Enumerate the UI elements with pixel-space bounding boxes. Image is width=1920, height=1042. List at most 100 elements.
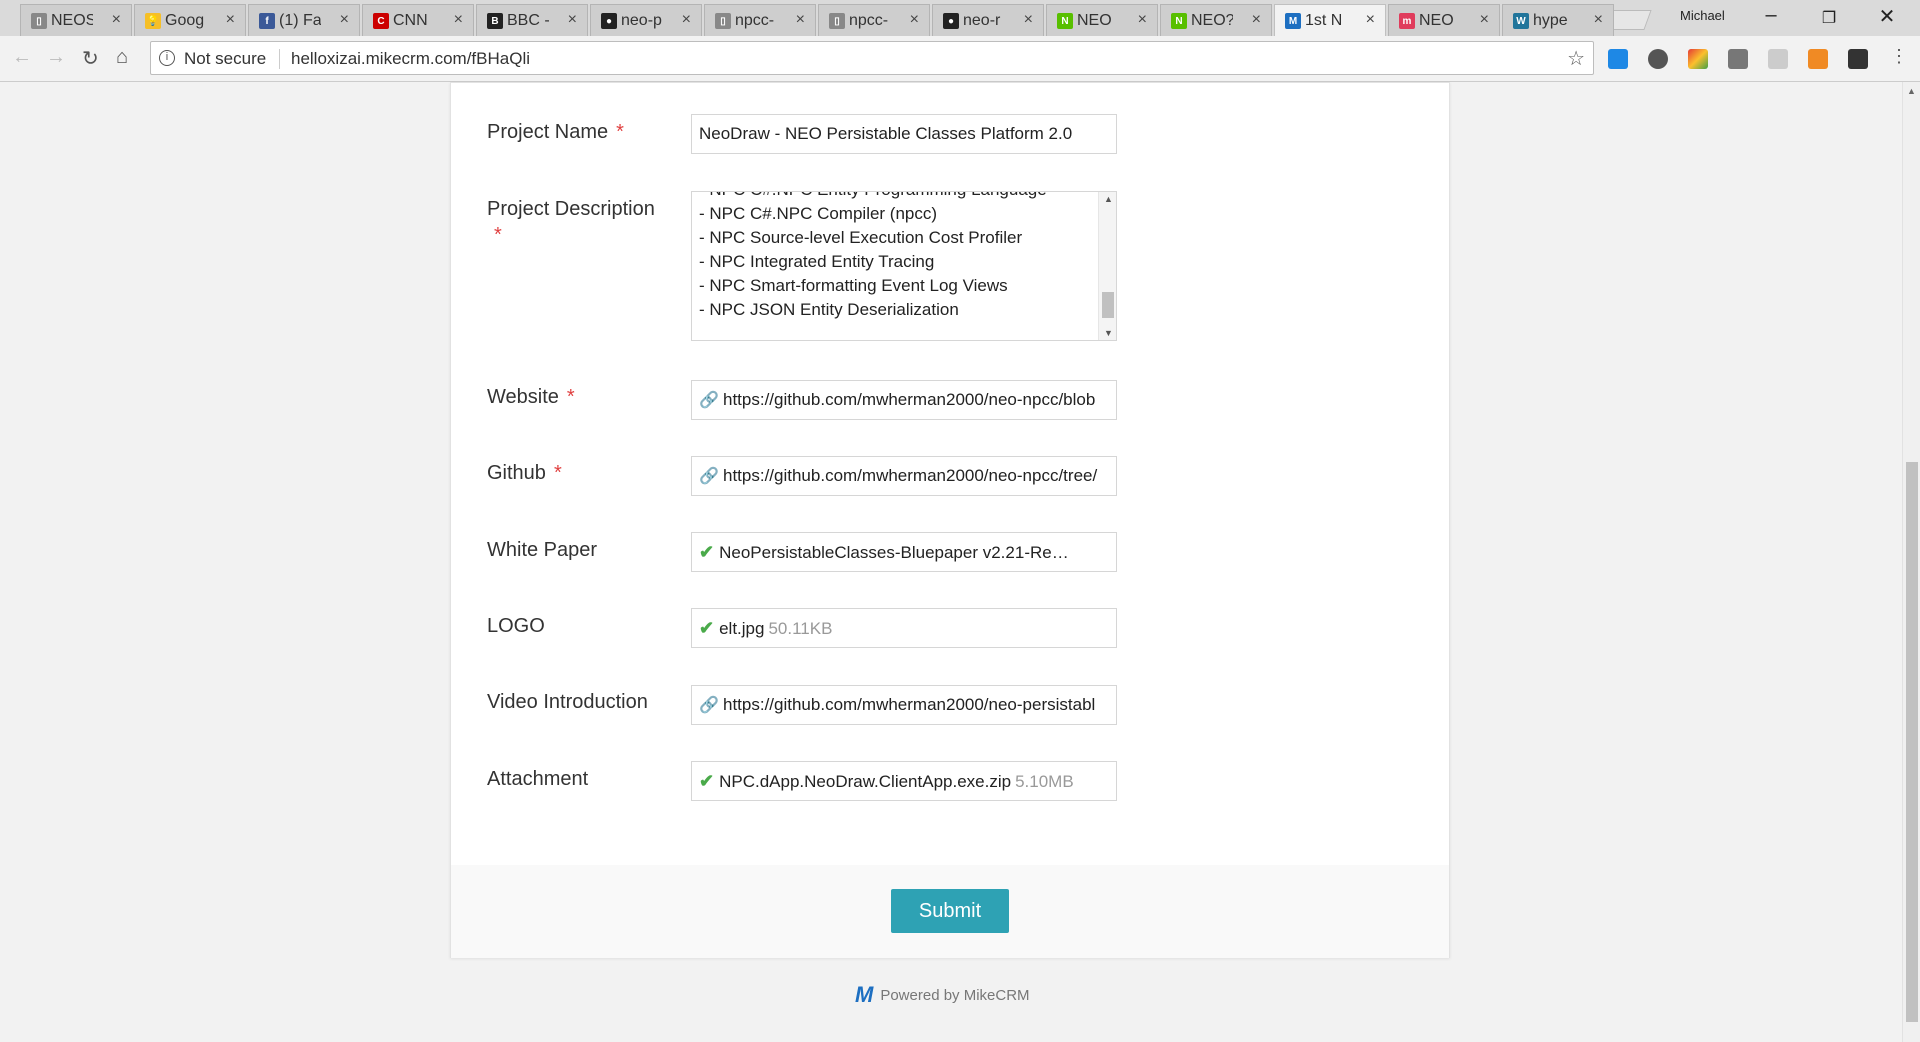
tab-title: NEOS: [51, 11, 93, 29]
required-marker: *: [553, 462, 562, 484]
close-tab-icon[interactable]: ×: [112, 11, 121, 29]
browser-tab[interactable]: N NEO? ×: [1160, 4, 1272, 36]
neo-icon: N: [1057, 13, 1073, 29]
browser-tab[interactable]: Whype ×: [1502, 4, 1614, 36]
github-label: Github *: [487, 462, 562, 485]
browser-tab[interactable]: ● neo-p ×: [590, 4, 702, 36]
close-tab-icon[interactable]: ×: [1366, 11, 1375, 29]
close-tab-icon[interactable]: ×: [1138, 11, 1147, 29]
address-divider: [279, 49, 280, 69]
browser-tab[interactable]: ▯ npcc- ×: [704, 4, 816, 36]
github-icon: ●: [943, 13, 959, 29]
close-tab-icon[interactable]: ×: [1594, 11, 1603, 29]
restore-icon[interactable]: ❐: [1806, 8, 1852, 28]
bookmark-star-icon[interactable]: ☆: [1567, 46, 1585, 71]
browser-tab[interactable]: f (1) Fa ×: [248, 4, 360, 36]
tab-title: 1st N: [1305, 11, 1343, 29]
white-paper-upload[interactable]: ✔ NeoPersistableClasses-Bluepaper v2.21-R…: [691, 532, 1117, 572]
extension-gray-icon[interactable]: [1728, 49, 1748, 69]
forward-icon[interactable]: →: [46, 46, 66, 69]
powered-by[interactable]: M Powered by MikeCRM: [855, 982, 1030, 1008]
extension-color-icon[interactable]: [1688, 49, 1708, 69]
browser-tab[interactable]: ▯ NEOS ×: [20, 4, 132, 36]
browser-tab[interactable]: 💡 Goog ×: [134, 4, 246, 36]
close-tab-icon[interactable]: ×: [682, 11, 691, 29]
close-window-icon[interactable]: ✕: [1864, 4, 1910, 29]
attachment-upload[interactable]: ✔ NPC.dApp.NeoDraw.ClientApp.exe.zip 5.10M…: [691, 761, 1117, 801]
profile-name[interactable]: Michael: [1680, 8, 1725, 23]
info-icon[interactable]: i: [159, 50, 175, 66]
logo-filename: elt.jpg: [719, 619, 765, 638]
close-tab-icon[interactable]: ×: [340, 11, 349, 29]
browser-tab[interactable]: C CNN ×: [362, 4, 474, 36]
url-text[interactable]: helloxizai.mikecrm.com/fBHaQli: [291, 49, 530, 69]
close-tab-icon[interactable]: ×: [1480, 11, 1489, 29]
github-icon: ●: [601, 13, 617, 29]
page-icon: ▯: [715, 13, 731, 29]
extension-pdf-icon[interactable]: [1768, 49, 1788, 69]
form-card: Project Name * NeoDraw - NEO Persistable …: [450, 82, 1450, 958]
metamask-icon[interactable]: [1808, 49, 1828, 69]
close-tab-icon[interactable]: ×: [910, 11, 919, 29]
project-name-input[interactable]: NeoDraw - NEO Persistable Classes Platfo…: [691, 114, 1117, 154]
browser-tab[interactable]: ▯ npcc- ×: [818, 4, 930, 36]
mikecrm-icon: M: [1285, 13, 1301, 29]
link-icon: 🔗: [699, 392, 719, 409]
browser-tab[interactable]: N NEO ×: [1046, 4, 1158, 36]
close-tab-icon[interactable]: ×: [796, 11, 805, 29]
close-tab-icon[interactable]: ×: [568, 11, 577, 29]
extension-globe-icon[interactable]: [1648, 49, 1668, 69]
reload-icon[interactable]: ↻: [82, 46, 99, 71]
close-tab-icon[interactable]: ×: [454, 11, 463, 29]
description-line: - NPC Smart-formatting Event Log Views: [699, 276, 1008, 295]
browser-tab[interactable]: B BBC - ×: [476, 4, 588, 36]
description-line: - NPC C#.NPC Compiler (npcc): [699, 204, 938, 223]
scroll-up-icon[interactable]: ▲: [1104, 194, 1113, 204]
scroll-up-icon[interactable]: ▲: [1907, 86, 1916, 96]
medium-icon: m: [1399, 13, 1415, 29]
website-label: Website *: [487, 386, 575, 409]
browser-tab[interactable]: ● neo-r ×: [932, 4, 1044, 36]
page-scrollbar[interactable]: ▲: [1902, 82, 1920, 1042]
back-icon[interactable]: ←: [12, 46, 32, 69]
browser-tab[interactable]: M 1st N ×: [1274, 4, 1386, 36]
description-line: - NPC C#.NPC Entity Programming Language: [699, 192, 1047, 202]
check-icon: ✔: [699, 542, 715, 562]
facebook-icon: f: [259, 13, 275, 29]
close-tab-icon[interactable]: ×: [226, 11, 235, 29]
home-icon[interactable]: ⌂: [116, 46, 128, 69]
tab-title: (1) Fa: [279, 11, 321, 29]
powered-by-text: Powered by MikeCRM: [880, 986, 1030, 1004]
link-icon: 🔗: [699, 697, 719, 714]
address-bar[interactable]: i Not secure helloxizai.mikecrm.com/fBHa…: [150, 41, 1594, 75]
check-icon: ✔: [699, 771, 715, 791]
tab-title: neo-r: [963, 11, 1001, 29]
project-description-textarea[interactable]: - NPC C#.NPC Entity Programming Language…: [691, 191, 1117, 341]
page-icon: ▯: [31, 13, 47, 29]
textarea-scrollbar[interactable]: ▲ ▼: [1098, 192, 1116, 340]
website-input[interactable]: 🔗 https://github.com/mwherman2000/neo-npc…: [691, 380, 1117, 420]
minimize-icon[interactable]: –: [1748, 4, 1794, 27]
tab-title: npcc-: [735, 11, 775, 29]
tab-title: Goog: [165, 11, 205, 29]
menu-icon[interactable]: ⋮: [1890, 46, 1908, 67]
close-tab-icon[interactable]: ×: [1024, 11, 1033, 29]
extension-shield-icon[interactable]: [1848, 49, 1868, 69]
submit-button[interactable]: Submit: [891, 889, 1009, 933]
attachment-filename: NPC.dApp.NeoDraw.ClientApp.exe.zip: [719, 772, 1012, 791]
wordpress-icon: W: [1513, 13, 1529, 29]
browser-tab[interactable]: m NEO ×: [1388, 4, 1500, 36]
video-introduction-input[interactable]: 🔗 https://github.com/mwherman2000/neo-per…: [691, 685, 1117, 725]
download-extension-icon[interactable]: [1608, 49, 1628, 69]
scrollbar-thumb[interactable]: [1102, 292, 1114, 318]
scrollbar-thumb[interactable]: [1906, 462, 1918, 1022]
github-input[interactable]: 🔗 https://github.com/mwherman2000/neo-npc…: [691, 456, 1117, 496]
security-label[interactable]: Not secure: [184, 49, 266, 69]
scroll-down-icon[interactable]: ▼: [1104, 328, 1113, 338]
project-name-label-text: Project Name: [487, 121, 609, 143]
neo-icon: N: [1171, 13, 1187, 29]
close-tab-icon[interactable]: ×: [1252, 11, 1261, 29]
browser-toolbar: ← → ↻ ⌂ i Not secure helloxizai.mikecrm.…: [0, 36, 1920, 82]
tab-title: hype: [1533, 11, 1568, 29]
logo-upload[interactable]: ✔ elt.jpg 50.11KB: [691, 608, 1117, 648]
